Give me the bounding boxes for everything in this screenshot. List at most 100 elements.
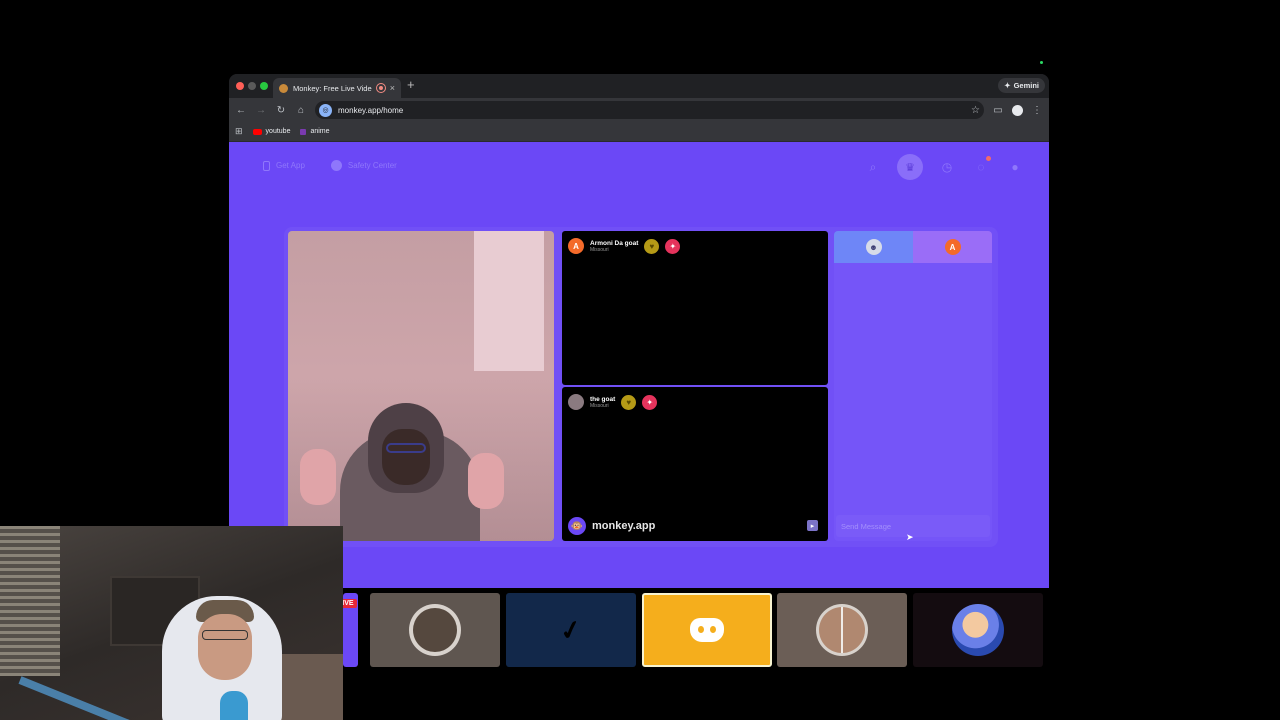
status-dot <box>1040 61 1043 64</box>
username: Armoni Da goat <box>590 239 639 247</box>
circle-avatar <box>816 604 868 656</box>
phone-icon <box>263 160 270 171</box>
webcam-overlay <box>0 526 343 720</box>
video-stage: A Armoni Da goat Missouri ♥ ✦ the goat M… <box>284 227 998 547</box>
person-face <box>382 429 430 485</box>
live-tile[interactable]: LIVE <box>343 593 358 667</box>
stranger-video-2: the goat Missouri ♥ ✦ 🐵 monkey.app ▸ <box>562 387 828 541</box>
tile-nike[interactable]: ✓ <box>506 593 636 667</box>
monkey-page: Get App Safety Center ⌕ ♛ ◷ ◌ ● A Armoni… <box>229 142 1049 588</box>
youtube-icon <box>252 128 262 135</box>
mouse-cursor-icon: ➤ <box>906 532 914 542</box>
live-badge: LIVE <box>343 599 357 608</box>
gift-icon[interactable]: ✦ <box>642 394 658 410</box>
side-panel-icon[interactable]: ▭ <box>992 105 1004 116</box>
profile-avatar[interactable] <box>1012 104 1023 116</box>
wall-poster <box>474 231 544 371</box>
nav-left: Get App Safety Center <box>263 160 397 171</box>
new-tab-button[interactable]: + <box>407 78 415 92</box>
sparkle-icon: ✦ <box>1004 81 1011 90</box>
back-icon[interactable]: ← <box>235 105 247 116</box>
left-hand <box>300 449 336 505</box>
minimize-window-button[interactable] <box>248 82 256 90</box>
report-icon[interactable]: ▸ <box>807 520 818 531</box>
screen: Monkey: Free Live Video × + ✦ Gemini ← →… <box>0 0 1280 720</box>
gift-icon[interactable]: ✦ <box>665 238 681 254</box>
close-window-button[interactable] <box>236 82 244 90</box>
crown-icon[interactable]: ♛ <box>897 154 923 180</box>
forward-icon[interactable]: → <box>255 105 267 116</box>
person-glasses <box>386 443 426 453</box>
apps-grid-icon[interactable]: ⊞ <box>235 126 243 137</box>
discord-icon <box>690 618 724 642</box>
more-menu-icon[interactable]: ⋮ <box>1031 105 1043 116</box>
bookmark-anime[interactable]: anime <box>300 128 330 135</box>
microphone <box>220 691 248 720</box>
avatar-photo <box>819 607 865 653</box>
stream-tiles: LIVE ✓ <box>343 592 1043 668</box>
url-text: monkey.app/home <box>338 105 404 115</box>
monkey-favicon-icon <box>279 83 288 93</box>
tab-bar: Monkey: Free Live Video × + ✦ Gemini <box>229 74 1049 98</box>
tile-thumbnail-5[interactable] <box>913 593 1043 667</box>
chat-tab-user-2[interactable]: A <box>913 231 992 263</box>
bookmark-youtube[interactable]: youtube <box>252 128 291 135</box>
profile-icon[interactable]: ● <box>1005 157 1025 177</box>
heart-icon[interactable]: ♥ <box>644 238 660 254</box>
tile-thumbnail-1[interactable] <box>370 593 500 667</box>
gemini-label: Gemini <box>1013 81 1039 90</box>
window-blinds <box>0 526 60 676</box>
bookmark-label: youtube <box>265 128 291 135</box>
chat-tab-user-1[interactable]: ☻ <box>834 231 913 263</box>
avatar: A <box>944 239 961 255</box>
tile-thumbnail-4[interactable] <box>777 593 907 667</box>
browser-window: Monkey: Free Live Video × + ✦ Gemini ← →… <box>229 74 1049 588</box>
heart-icon[interactable]: ♥ <box>621 394 637 410</box>
avatar-photo <box>413 608 457 652</box>
bookmarks-bar: ⊞ youtube anime <box>229 122 1049 142</box>
get-app-label: Get App <box>276 161 305 170</box>
mic-arm <box>18 676 133 720</box>
user-chip[interactable]: A Armoni Da goat Missouri ♥ ✦ <box>568 238 681 254</box>
watermark-text: monkey.app <box>592 520 656 532</box>
address-bar[interactable]: ◎ monkey.app/home ☆ <box>315 101 984 119</box>
user-meta: the goat Missouri <box>590 396 615 409</box>
gemini-button[interactable]: ✦ Gemini <box>998 78 1045 93</box>
user-chip[interactable]: the goat Missouri ♥ ✦ <box>568 394 658 410</box>
tab-title: Monkey: Free Live Video <box>293 83 372 93</box>
safety-center-label: Safety Center <box>347 161 397 170</box>
chat-panel: ☻ A Send Message <box>834 231 992 541</box>
browser-tab[interactable]: Monkey: Free Live Video × <box>273 78 401 98</box>
bookmark-label: anime <box>310 128 330 135</box>
user-location: Missouri <box>590 246 609 253</box>
anime-icon <box>300 128 307 135</box>
bookmark-star-icon[interactable]: ☆ <box>971 105 980 116</box>
monkey-watermark: 🐵 monkey.app <box>568 517 655 535</box>
tile-discord[interactable] <box>642 593 772 667</box>
history-icon[interactable]: ◷ <box>937 157 957 177</box>
site-info-icon[interactable]: ◎ <box>319 103 332 117</box>
streamer-face <box>198 614 252 680</box>
safety-center-link[interactable]: Safety Center <box>330 160 397 171</box>
chat-tabs: ☻ A <box>834 231 992 263</box>
stranger-video-1: A Armoni Da goat Missouri ♥ ✦ <box>562 231 828 385</box>
monkey-logo-icon: 🐵 <box>568 517 586 535</box>
home-icon[interactable]: ⌂ <box>295 105 307 116</box>
close-tab-icon[interactable]: × <box>390 83 395 93</box>
nike-swoosh-icon: ✓ <box>557 612 585 647</box>
search-icon[interactable]: ⌕ <box>863 157 883 177</box>
get-app-link[interactable]: Get App <box>263 160 305 171</box>
avatar: A <box>568 238 584 254</box>
avatar <box>568 394 584 410</box>
chat-bubble-icon[interactable]: ◌ <box>971 156 991 177</box>
user-location: Missouri <box>590 402 609 409</box>
reload-icon[interactable]: ↻ <box>275 105 287 116</box>
circle-avatar <box>409 604 461 656</box>
self-video <box>288 231 554 541</box>
right-hand <box>468 453 504 509</box>
recording-icon <box>376 84 385 92</box>
maximize-window-button[interactable] <box>260 82 268 90</box>
user-avatar-icon: ☻ <box>865 239 882 255</box>
user-meta: Armoni Da goat Missouri <box>590 240 638 253</box>
nav-right: ⌕ ♛ ◷ ◌ ● <box>863 154 1025 180</box>
